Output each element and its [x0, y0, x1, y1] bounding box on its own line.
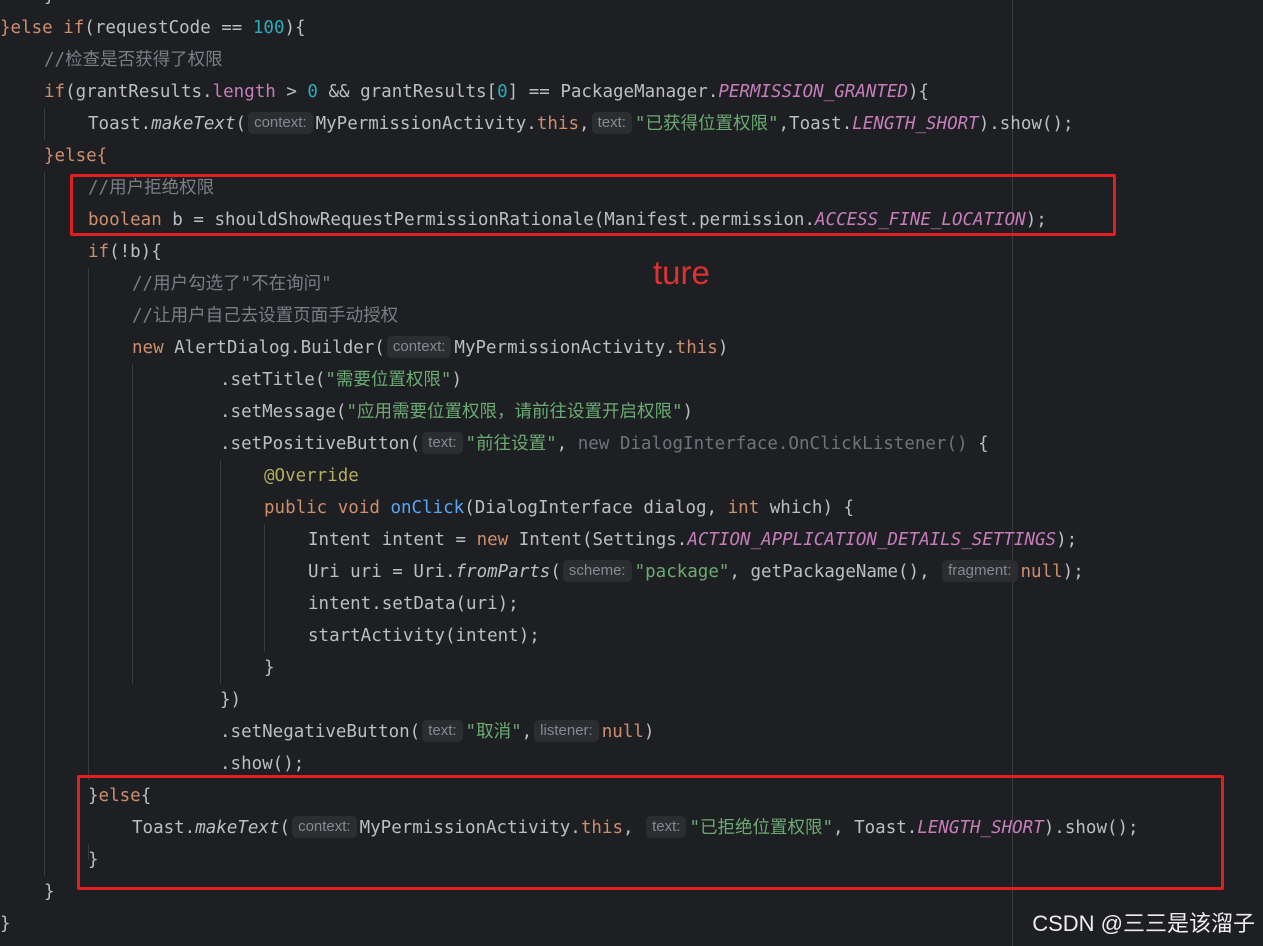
indent-guide [44, 172, 45, 876]
param-hint: context: [386, 336, 452, 358]
code-line: .setNegativeButton(text: "取消", listener: nu… [220, 720, 655, 742]
code-line: } [0, 914, 11, 934]
code-line: } [44, 882, 55, 902]
code-line: Toast.makeText(context: MyPermissionActiv… [88, 112, 1074, 134]
code-line: if(grantResults.length > 0 && grantResul… [44, 82, 930, 102]
annotation-label: ture [653, 254, 710, 291]
indent-guide [44, 108, 45, 140]
code-line: Intent intent = new Intent(Settings.ACTI… [308, 530, 1078, 550]
code-line: .setPositiveButton(text: "前往设置", new Dial… [220, 432, 989, 454]
code-editor[interactable]: } }else if(requestCode == 100){ //检查是否获得… [0, 0, 1263, 946]
param-hint: context: [248, 112, 313, 134]
code-line: .setMessage("应用需要位置权限，请前往设置开启权限") [220, 402, 694, 422]
code-line: }else{ [44, 146, 108, 166]
param-hint: text: [591, 112, 632, 134]
code-line: } [264, 658, 275, 678]
code-annotation: @Override [264, 466, 359, 486]
indent-guide [220, 460, 221, 684]
code-comment: //让用户自己去设置页面手动授权 [132, 306, 399, 326]
code-line: if(!b){ [88, 242, 162, 262]
param-hint: listener: [534, 720, 599, 742]
code-line: new AlertDialog.Builder(context: MyPermis… [132, 336, 729, 358]
highlight-box-else-branch [77, 775, 1224, 890]
code-comment: //检查是否获得了权限 [44, 50, 223, 70]
code-line: .setTitle("需要位置权限") [220, 370, 462, 390]
code-line: }else if(requestCode == 100){ [0, 18, 306, 38]
code-line: public void onClick(DialogInterface dial… [264, 498, 855, 518]
indent-guide [132, 364, 133, 684]
highlight-box-rationale [70, 174, 1116, 236]
code-comment: //用户勾选了"不在询问" [132, 274, 332, 294]
param-hint: fragment: [942, 560, 1018, 582]
code-line: startActivity(intent); [308, 626, 540, 646]
code-line: Uri uri = Uri.fromParts(scheme: "package"… [308, 560, 1084, 582]
code-line: } [44, 0, 55, 12]
param-hint: text: [422, 720, 463, 742]
indent-guide [264, 524, 265, 652]
indent-guide [88, 268, 89, 780]
param-hint: text: [422, 432, 463, 454]
code-line: }) [220, 690, 242, 710]
code-line: intent.setData(uri); [308, 594, 519, 614]
param-hint: scheme: [562, 560, 632, 582]
watermark: CSDN @三三是该溜子 [1032, 911, 1255, 936]
